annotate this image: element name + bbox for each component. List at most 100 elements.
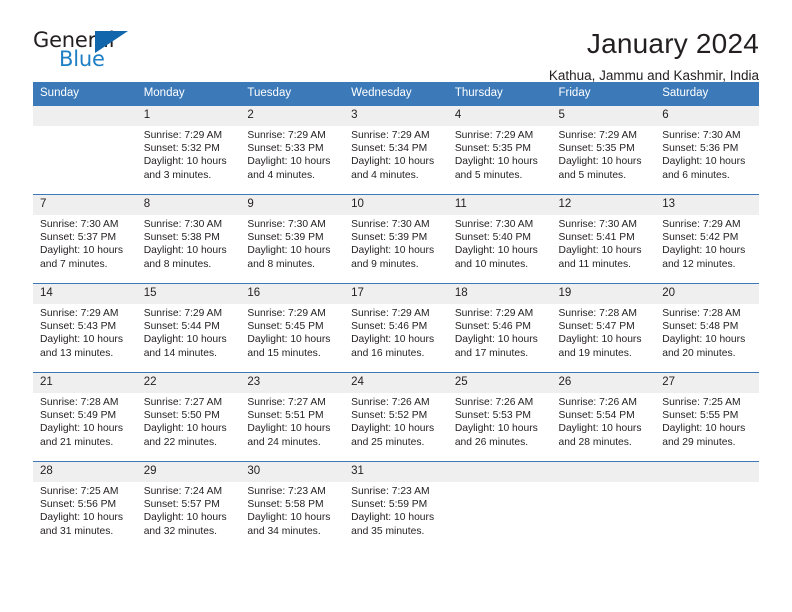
sunset-time: Sunset: 5:42 PM <box>662 232 739 244</box>
weekday-header-saturday: Saturday <box>655 82 759 106</box>
calendar-day-cell[interactable]: 2 Sunrise: 7:29 AM Sunset: 5:33 PM Daylight… <box>240 106 345 195</box>
day-cell-content: 19 Sunrise: 7:28 AM Sunset: 5:47 PM Dayligh… <box>551 284 656 372</box>
day-number: 26 <box>551 373 656 393</box>
calendar-day-cell[interactable]: 9 Sunrise: 7:30 AM Sunset: 5:39 PM Daylight… <box>240 194 345 284</box>
daylight-duration-line1: Daylight: 10 hours <box>247 512 331 524</box>
sunrise-time: Sunrise: 7:29 AM <box>143 130 223 141</box>
weekday-header-thursday: Thursday <box>447 82 552 106</box>
day-cell-content: 5 Sunrise: 7:29 AM Sunset: 5:35 PM Daylight… <box>551 106 656 194</box>
day-number: 28 <box>33 462 137 482</box>
general-blue-logo[interactable]: General Blue <box>33 28 153 74</box>
day-cell-content: 6 Sunrise: 7:30 AM Sunset: 5:36 PM Daylight… <box>655 106 759 194</box>
day-cell-content: 18 Sunrise: 7:29 AM Sunset: 5:46 PM Dayligh… <box>447 284 552 372</box>
calendar-day-cell[interactable]: 18 Sunrise: 7:29 AM Sunset: 5:46 PM Dayligh… <box>447 283 552 373</box>
daylight-duration-line1: Daylight: 10 hours <box>454 245 538 257</box>
day-cell-content: 31 Sunrise: 7:23 AM Sunset: 5:59 PM Dayligh… <box>344 462 448 550</box>
day-cell-content <box>551 462 656 550</box>
calendar-day-cell[interactable]: 16 Sunrise: 7:29 AM Sunset: 5:45 PM Dayligh… <box>240 283 345 373</box>
day-number: 4 <box>447 106 552 126</box>
calendar-day-cell[interactable]: 23 Sunrise: 7:27 AM Sunset: 5:51 PM Dayligh… <box>240 372 345 462</box>
calendar-day-cell[interactable]: 4 Sunrise: 7:29 AM Sunset: 5:35 PM Daylight… <box>447 106 552 195</box>
daylight-duration-line2: and 10 minutes. <box>454 258 529 270</box>
daylight-duration-line2: and 17 minutes. <box>454 347 529 359</box>
calendar-day-cell[interactable]: 13 Sunrise: 7:29 AM Sunset: 5:42 PM Dayligh… <box>655 194 759 284</box>
daylight-duration-line2: and 16 minutes. <box>351 347 425 359</box>
sunset-time: Sunset: 5:58 PM <box>247 499 324 511</box>
weekday-header-sunday: Sunday <box>33 82 137 106</box>
day-number: 10 <box>344 195 448 215</box>
day-number: 29 <box>136 462 241 482</box>
day-details: Sunrise: 7:23 AM Sunset: 5:59 PM Daylight:… <box>344 482 448 538</box>
sunset-time: Sunset: 5:35 PM <box>558 143 635 155</box>
calendar-week-row: 28 Sunrise: 7:25 AM Sunset: 5:56 PM Dayligh… <box>33 461 759 550</box>
calendar-day-cell[interactable]: 19 Sunrise: 7:28 AM Sunset: 5:47 PM Dayligh… <box>551 283 656 373</box>
day-details: Sunrise: 7:29 AM Sunset: 5:35 PM Daylight:… <box>448 126 552 182</box>
calendar-day-cell[interactable]: 1 Sunrise: 7:29 AM Sunset: 5:32 PM Daylight… <box>136 106 241 195</box>
daylight-duration-line2: and 11 minutes. <box>558 258 632 270</box>
sunrise-time: Sunrise: 7:28 AM <box>40 397 119 408</box>
title-block: January 2024 Kathua, Jammu and Kashmir, … <box>549 28 759 84</box>
day-cell-content: 10 Sunrise: 7:30 AM Sunset: 5:39 PM Dayligh… <box>344 195 448 283</box>
daylight-duration-line2: and 22 minutes. <box>143 436 217 448</box>
day-cell-content: 15 Sunrise: 7:29 AM Sunset: 5:44 PM Dayligh… <box>136 284 241 372</box>
day-details: Sunrise: 7:28 AM Sunset: 5:47 PM Daylight:… <box>552 304 656 360</box>
calendar-day-cell[interactable]: 30 Sunrise: 7:23 AM Sunset: 5:58 PM Dayligh… <box>240 461 345 550</box>
daylight-duration-line1: Daylight: 10 hours <box>662 334 746 346</box>
day-details: Sunrise: 7:29 AM Sunset: 5:45 PM Daylight:… <box>240 304 344 360</box>
sunset-time: Sunset: 5:55 PM <box>662 410 739 422</box>
day-cell-content: 8 Sunrise: 7:30 AM Sunset: 5:38 PM Daylight… <box>136 195 241 283</box>
calendar-day-cell[interactable]: 12 Sunrise: 7:30 AM Sunset: 5:41 PM Dayligh… <box>551 194 656 284</box>
sunrise-time: Sunrise: 7:29 AM <box>247 308 326 319</box>
daylight-duration-line2: and 24 minutes. <box>247 436 321 448</box>
calendar-day-cell[interactable]: 10 Sunrise: 7:30 AM Sunset: 5:39 PM Dayligh… <box>344 194 448 284</box>
sunrise-time: Sunrise: 7:26 AM <box>454 397 534 408</box>
sunset-time: Sunset: 5:51 PM <box>247 410 324 422</box>
sunrise-time: Sunrise: 7:26 AM <box>351 397 430 408</box>
calendar-day-cell[interactable]: 6 Sunrise: 7:30 AM Sunset: 5:36 PM Daylight… <box>655 106 759 195</box>
sunset-time: Sunset: 5:50 PM <box>143 410 220 422</box>
sunrise-time: Sunrise: 7:30 AM <box>662 130 741 141</box>
day-details: Sunrise: 7:29 AM Sunset: 5:35 PM Daylight:… <box>552 126 656 182</box>
day-number: 22 <box>136 373 241 393</box>
calendar-day-cell[interactable]: 27 Sunrise: 7:25 AM Sunset: 5:55 PM Dayligh… <box>655 372 759 462</box>
daylight-duration-line1: Daylight: 10 hours <box>351 156 435 168</box>
calendar-day-cell[interactable]: 7 Sunrise: 7:30 AM Sunset: 5:37 PM Daylight… <box>33 194 137 284</box>
calendar-day-cell[interactable]: 3 Sunrise: 7:29 AM Sunset: 5:34 PM Daylight… <box>344 106 448 195</box>
calendar-day-cell[interactable]: 31 Sunrise: 7:23 AM Sunset: 5:59 PM Dayligh… <box>344 461 448 550</box>
calendar-day-cell[interactable]: 24 Sunrise: 7:26 AM Sunset: 5:52 PM Dayligh… <box>344 372 448 462</box>
daylight-duration-line2: and 12 minutes. <box>662 258 736 270</box>
sunset-time: Sunset: 5:49 PM <box>40 410 117 422</box>
calendar-day-cell[interactable]: 14 Sunrise: 7:29 AM Sunset: 5:43 PM Dayligh… <box>33 283 137 373</box>
daylight-duration-line2: and 4 minutes. <box>247 169 315 181</box>
daylight-duration-line1: Daylight: 10 hours <box>143 245 227 257</box>
calendar-day-cell[interactable]: 17 Sunrise: 7:29 AM Sunset: 5:46 PM Dayligh… <box>344 283 448 373</box>
calendar-day-cell[interactable]: 8 Sunrise: 7:30 AM Sunset: 5:38 PM Daylight… <box>136 194 241 284</box>
day-details: Sunrise: 7:26 AM Sunset: 5:53 PM Daylight:… <box>448 393 552 449</box>
day-cell-content: 1 Sunrise: 7:29 AM Sunset: 5:32 PM Daylight… <box>136 106 241 194</box>
calendar-day-cell[interactable]: 26 Sunrise: 7:26 AM Sunset: 5:54 PM Dayligh… <box>551 372 656 462</box>
calendar-day-cell[interactable]: 5 Sunrise: 7:29 AM Sunset: 5:35 PM Daylight… <box>551 106 656 195</box>
sunset-time: Sunset: 5:37 PM <box>40 232 117 244</box>
daylight-duration-line1: Daylight: 10 hours <box>143 334 227 346</box>
calendar-day-cell[interactable]: 28 Sunrise: 7:25 AM Sunset: 5:56 PM Dayligh… <box>33 461 137 550</box>
calendar-day-cell[interactable]: 15 Sunrise: 7:29 AM Sunset: 5:44 PM Dayligh… <box>136 283 241 373</box>
daylight-duration-line1: Daylight: 10 hours <box>40 245 123 257</box>
calendar-day-cell[interactable]: 11 Sunrise: 7:30 AM Sunset: 5:40 PM Dayligh… <box>447 194 552 284</box>
sunrise-sunset-calendar: Sunday Monday Tuesday Wednesday Thursday… <box>33 82 759 550</box>
calendar-day-cell[interactable]: 21 Sunrise: 7:28 AM Sunset: 5:49 PM Dayligh… <box>33 372 137 462</box>
daylight-duration-line1: Daylight: 10 hours <box>247 156 331 168</box>
day-cell-content: 14 Sunrise: 7:29 AM Sunset: 5:43 PM Dayligh… <box>33 284 137 372</box>
daylight-duration-line1: Daylight: 10 hours <box>40 512 123 524</box>
calendar-day-cell[interactable]: 25 Sunrise: 7:26 AM Sunset: 5:53 PM Dayligh… <box>447 372 552 462</box>
calendar-day-cell[interactable]: 22 Sunrise: 7:27 AM Sunset: 5:50 PM Dayligh… <box>136 372 241 462</box>
calendar-day-cell[interactable]: 20 Sunrise: 7:28 AM Sunset: 5:48 PM Dayligh… <box>655 283 759 373</box>
location-subtitle: Kathua, Jammu and Kashmir, India <box>548 68 759 83</box>
calendar-day-cell[interactable]: 29 Sunrise: 7:24 AM Sunset: 5:57 PM Dayligh… <box>136 461 241 550</box>
sunrise-time: Sunrise: 7:30 AM <box>351 219 430 230</box>
daylight-duration-line1: Daylight: 10 hours <box>454 423 538 435</box>
daylight-duration-line2: and 32 minutes. <box>143 525 217 537</box>
day-cell-content: 12 Sunrise: 7:30 AM Sunset: 5:41 PM Dayligh… <box>551 195 656 283</box>
daylight-duration-line1: Daylight: 10 hours <box>143 512 227 524</box>
daylight-duration-line2: and 4 minutes. <box>351 169 419 181</box>
day-cell-content: 24 Sunrise: 7:26 AM Sunset: 5:52 PM Dayligh… <box>344 373 448 461</box>
